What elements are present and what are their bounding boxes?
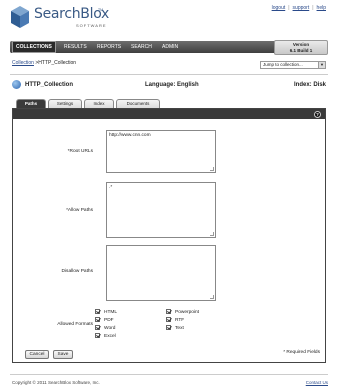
paths-panel: ? *Root URLs http://www.cnn.com *Allow P… bbox=[12, 108, 326, 363]
jump-select-value: Jump to collection... bbox=[263, 62, 303, 67]
format-pdf[interactable]: PDF bbox=[95, 317, 114, 323]
logo-subtitle: SOFTWARE bbox=[76, 23, 107, 28]
help-icon[interactable]: ? bbox=[314, 111, 321, 118]
panel-header: ? bbox=[13, 109, 325, 119]
root-urls-value: http://www.cnn.com bbox=[109, 133, 151, 138]
version-box: Version 6.1 Build 1 bbox=[274, 40, 328, 55]
checkbox-checked-icon[interactable] bbox=[95, 317, 100, 322]
checkbox-checked-icon[interactable] bbox=[166, 317, 171, 322]
root-urls-label: *Root URLs bbox=[67, 149, 93, 154]
nav-reports[interactable]: REPORTS bbox=[97, 41, 121, 53]
allow-paths-textarea[interactable]: .* bbox=[106, 182, 216, 238]
format-excel[interactable]: Excel bbox=[95, 333, 116, 339]
checkbox-checked-icon[interactable] bbox=[95, 325, 100, 330]
allow-paths-label: *Allow Paths bbox=[66, 208, 93, 213]
support-link[interactable]: support bbox=[293, 5, 310, 11]
required-fields-note: * Required Fields bbox=[283, 350, 320, 355]
top-links: logout | support | help bbox=[271, 5, 326, 11]
checkbox-checked-icon[interactable] bbox=[166, 309, 171, 314]
resize-grip-icon[interactable] bbox=[210, 295, 214, 299]
tab-settings[interactable]: Settings bbox=[48, 99, 82, 108]
format-powerpoint[interactable]: Powerpoint bbox=[166, 309, 199, 315]
nav-collections[interactable]: COLLECTIONS bbox=[12, 41, 56, 53]
collection-language: Language: English bbox=[145, 82, 199, 88]
tab-paths[interactable]: Paths bbox=[16, 99, 46, 108]
allowed-formats-label: Allowed Formats bbox=[57, 322, 93, 327]
globe-icon bbox=[12, 80, 21, 89]
root-urls-textarea[interactable]: http://www.cnn.com bbox=[106, 130, 216, 173]
nav-admin[interactable]: ADMIN bbox=[162, 41, 178, 53]
save-button[interactable]: Save bbox=[53, 350, 73, 359]
allow-paths-value: .* bbox=[109, 185, 113, 190]
logo-cube-icon bbox=[11, 6, 29, 28]
format-word[interactable]: Word bbox=[95, 325, 115, 331]
format-text[interactable]: Text bbox=[166, 325, 184, 331]
collection-name: HTTP_Collection bbox=[25, 82, 74, 88]
chevron-down-icon[interactable]: ▼ bbox=[318, 62, 325, 68]
resize-grip-icon[interactable] bbox=[210, 167, 214, 171]
copyright-text: Copyright © 2011 SearchBlox Software, In… bbox=[12, 380, 100, 385]
checkbox-checked-icon[interactable] bbox=[95, 309, 100, 314]
divider bbox=[10, 74, 328, 75]
tab-documents[interactable]: Documents bbox=[116, 99, 160, 108]
cancel-button[interactable]: Cancel bbox=[25, 350, 49, 359]
help-link[interactable]: help bbox=[317, 5, 326, 11]
checkbox-checked-icon[interactable] bbox=[166, 325, 171, 330]
breadcrumb-current: HTTP_Collection bbox=[38, 60, 77, 66]
version-number: 6.1 Build 1 bbox=[289, 48, 313, 53]
contact-us-link[interactable]: Contact Us bbox=[306, 380, 328, 385]
logout-link[interactable]: logout bbox=[272, 5, 286, 11]
searchblox-logo: SearchBlox TM SOFTWARE bbox=[10, 4, 130, 34]
breadcrumb-collection-link[interactable]: Collection bbox=[12, 60, 34, 66]
format-rtf[interactable]: RTF bbox=[166, 317, 184, 323]
resize-grip-icon[interactable] bbox=[210, 232, 214, 236]
breadcrumb: Collection >HTTP_Collection bbox=[12, 60, 76, 66]
jump-to-collection-select[interactable]: Jump to collection... ▼ bbox=[260, 61, 326, 69]
footer-divider bbox=[10, 374, 328, 375]
checkbox-checked-icon[interactable] bbox=[95, 333, 100, 338]
disallow-paths-label: Disallow Paths bbox=[61, 269, 93, 274]
collection-index-type: Index: Disk bbox=[293, 82, 326, 88]
disallow-paths-textarea[interactable] bbox=[106, 245, 216, 301]
tab-index[interactable]: Index bbox=[84, 99, 114, 108]
logo-tm: TM bbox=[98, 8, 104, 12]
nav-search[interactable]: SEARCH bbox=[131, 41, 152, 53]
nav-results[interactable]: RESULTS bbox=[64, 41, 87, 53]
format-html[interactable]: HTML bbox=[95, 309, 117, 315]
